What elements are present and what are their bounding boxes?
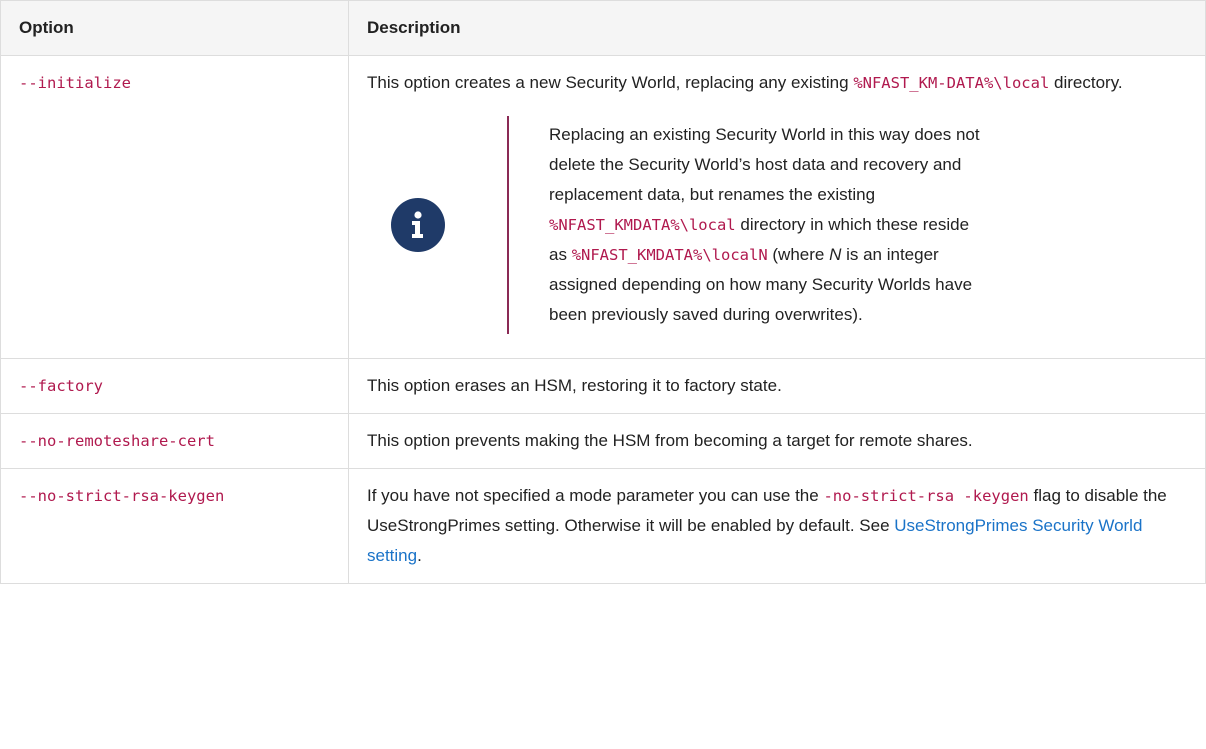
table-row: --initialize This option creates a new S… [0,55,1206,359]
description-text: This option creates a new Security World… [367,68,1185,98]
options-table: Option Description --initialize This opt… [0,0,1206,584]
info-note: Replacing an existing Security World in … [367,116,1185,334]
note-text-part: Replacing an existing Security World in … [549,125,980,204]
header-description: Description [348,0,1206,56]
option-cell: --initialize [0,55,349,359]
info-icon [391,198,445,252]
note-icon-column [367,198,507,252]
header-option: Option [0,0,349,56]
option-factory: --factory [19,377,103,395]
table-header-row: Option Description [0,0,1206,56]
info-glyph [412,211,423,238]
description-text-part: This option creates a new Security World… [367,73,854,92]
flag-code: -no-strict-rsa -keygen [823,487,1029,505]
description-cell: This option creates a new Security World… [348,55,1206,359]
note-text-part: (where [767,245,830,264]
table-row: --no-strict-rsa-keygen If you have not s… [0,468,1206,584]
table-row: --factory This option erases an HSM, res… [0,358,1206,414]
option-cell: --factory [0,358,349,414]
option-cell: --no-remoteshare-cert [0,413,349,469]
variable-n: N [829,245,842,264]
description-cell: This option prevents making the HSM from… [348,413,1206,469]
description-cell: This option erases an HSM, restoring it … [348,358,1206,414]
description-text-part: If you have not specified a mode paramet… [367,486,824,505]
description-cell: If you have not specified a mode paramet… [348,468,1206,584]
option-no-remoteshare-cert: --no-remoteshare-cert [19,432,215,450]
note-text: Replacing an existing Security World in … [507,116,989,334]
path-code: %NFAST_KMDATA%\local [549,216,736,234]
path-code: %NFAST_KM-DATA%\local [853,74,1050,92]
table-row: --no-remoteshare-cert This option preven… [0,413,1206,469]
option-initialize: --initialize [19,74,131,92]
description-text-part: directory. [1049,73,1123,92]
option-cell: --no-strict-rsa-keygen [0,468,349,584]
description-text-part: . [417,546,422,565]
path-code: %NFAST_KMDATA%\localN [571,246,768,264]
option-no-strict-rsa-keygen: --no-strict-rsa-keygen [19,487,225,505]
